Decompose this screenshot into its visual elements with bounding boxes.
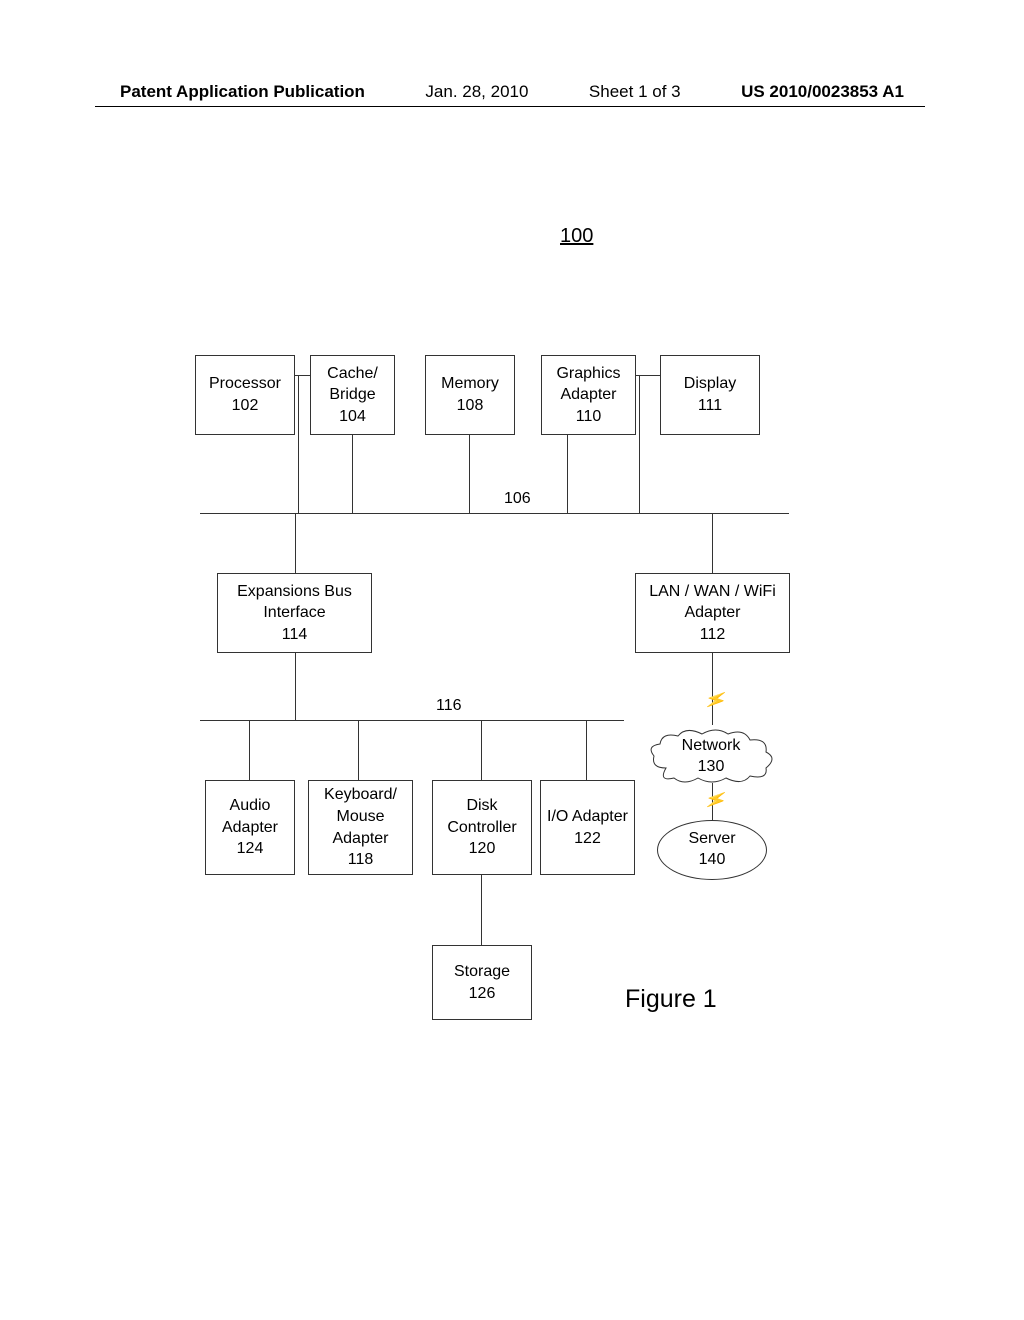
bus-106-line xyxy=(200,513,789,514)
header-rule xyxy=(95,106,925,107)
block-ref: 124 xyxy=(237,838,264,860)
wireless-link-icon: ⚡ xyxy=(702,787,730,814)
block-ref: 112 xyxy=(700,624,726,646)
block-expansion-bus-interface: Expansions Bus Interface 114 xyxy=(217,573,372,653)
bus-106-label: 106 xyxy=(500,490,535,508)
connector xyxy=(295,513,296,573)
connector xyxy=(586,720,587,780)
block-ref: 102 xyxy=(232,395,259,417)
block-io-adapter: I/O Adapter 122 xyxy=(540,780,635,875)
connector xyxy=(639,375,640,513)
block-label: Storage xyxy=(454,961,510,983)
block-audio-adapter: Audio Adapter 124 xyxy=(205,780,295,875)
figure-label: Figure 1 xyxy=(625,985,717,1014)
publication-label: Patent Application Publication xyxy=(120,82,365,102)
block-graphics-adapter: Graphics Adapter 110 xyxy=(541,355,636,435)
block-label: Expansions Bus Interface xyxy=(237,581,352,624)
block-label: Cache/ Bridge xyxy=(327,363,378,406)
block-label: LAN / WAN / WiFi Adapter xyxy=(649,581,776,624)
block-display: Display 111 xyxy=(660,355,760,435)
block-ref: 122 xyxy=(574,828,601,850)
cloud-network: Network 130 xyxy=(646,728,776,783)
connector xyxy=(567,435,568,513)
block-ref: 114 xyxy=(282,624,308,646)
publication-number: US 2010/0023853 A1 xyxy=(741,82,904,102)
block-ref: 140 xyxy=(699,850,726,871)
connector xyxy=(712,513,713,573)
block-label: Server xyxy=(688,829,735,850)
connector xyxy=(481,875,482,945)
block-disk-controller: Disk Controller 120 xyxy=(432,780,532,875)
connector xyxy=(358,720,359,780)
connector xyxy=(469,435,470,513)
connector xyxy=(481,720,482,780)
bus-116-label: 116 xyxy=(432,697,466,715)
sheet-indicator: Sheet 1 of 3 xyxy=(589,82,681,102)
block-ref: 104 xyxy=(339,406,366,428)
block-label: Processor xyxy=(209,373,281,395)
block-cache-bridge: Cache/ Bridge 104 xyxy=(310,355,395,435)
block-ref: 111 xyxy=(698,395,722,417)
page-header: Patent Application Publication Jan. 28, … xyxy=(0,82,1024,102)
block-label: Display xyxy=(684,373,736,395)
connector xyxy=(352,435,353,513)
block-processor: Processor 102 xyxy=(195,355,295,435)
connector xyxy=(295,653,296,720)
connector xyxy=(298,375,299,513)
block-server: Server 140 xyxy=(657,820,767,880)
connector xyxy=(249,720,250,780)
block-label: I/O Adapter xyxy=(547,806,628,828)
system-reference-label: 100 xyxy=(560,225,593,248)
block-label: Keyboard/ Mouse Adapter xyxy=(324,784,397,849)
block-memory: Memory 108 xyxy=(425,355,515,435)
block-ref: 118 xyxy=(348,849,374,871)
block-label: Network xyxy=(682,737,741,754)
block-ref: 130 xyxy=(698,758,725,775)
block-keyboard-mouse-adapter: Keyboard/ Mouse Adapter 118 xyxy=(308,780,413,875)
block-ref: 126 xyxy=(469,983,496,1005)
wireless-link-icon: ⚡ xyxy=(702,687,730,714)
bus-116-line xyxy=(200,720,624,721)
block-lan-wan-wifi-adapter: LAN / WAN / WiFi Adapter 112 xyxy=(635,573,790,653)
block-label: Disk Controller xyxy=(447,795,516,838)
block-label: Graphics Adapter xyxy=(556,363,620,406)
block-label: Audio Adapter xyxy=(222,795,278,838)
block-ref: 108 xyxy=(457,395,484,417)
block-ref: 110 xyxy=(576,406,602,428)
block-storage: Storage 126 xyxy=(432,945,532,1020)
block-label: Memory xyxy=(441,373,499,395)
block-ref: 120 xyxy=(469,838,496,860)
publication-date: Jan. 28, 2010 xyxy=(425,82,528,102)
